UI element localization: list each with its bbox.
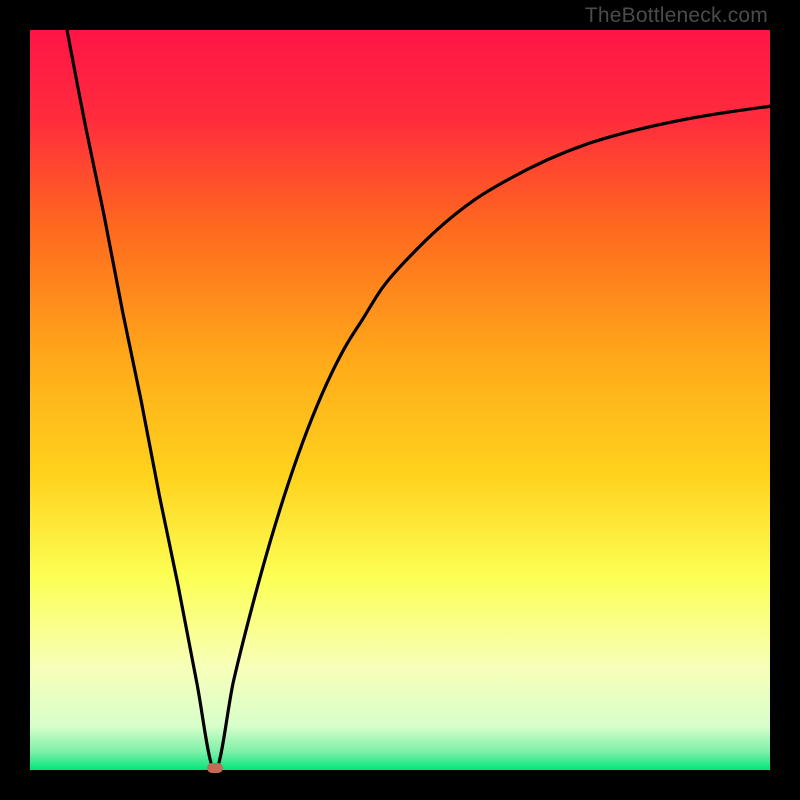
chart-frame: TheBottleneck.com: [0, 0, 800, 800]
bottleneck-curve: [30, 30, 770, 770]
plot-area: [30, 30, 770, 770]
curve-minimum-marker: [207, 763, 223, 773]
watermark-text: TheBottleneck.com: [585, 4, 768, 28]
